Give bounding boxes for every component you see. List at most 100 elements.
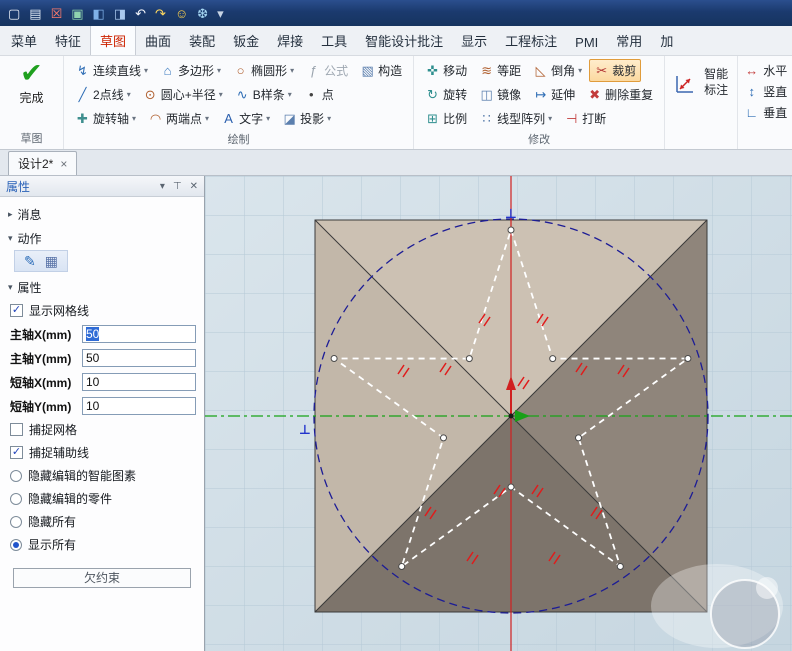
minor-axis-y-input[interactable]: 10 xyxy=(82,397,196,415)
chevron-down-icon[interactable]: ▾ xyxy=(288,90,292,99)
point-button[interactable]: • 点 xyxy=(299,83,339,106)
effects-icon[interactable]: ❆ xyxy=(197,7,208,20)
chevron-down-icon[interactable]: ▾ xyxy=(219,90,223,99)
text-button[interactable]: A 文字 ▾ xyxy=(216,107,275,130)
panel-dropdown-icon[interactable]: ▾ xyxy=(160,181,165,192)
mirror-button[interactable]: ◫ 镜像 xyxy=(474,83,526,106)
center-radius-circle-button[interactable]: ⊙ 圆心+半径 ▾ xyxy=(138,83,228,106)
menu-tab-engineering-annotation[interactable]: 工程标注 xyxy=(496,26,566,55)
section-properties[interactable]: ▾ 属性 xyxy=(0,275,204,299)
menu-tab-sketch[interactable]: 草图 xyxy=(90,26,137,55)
perpendicular-constraint-button[interactable]: ∟ 垂直 xyxy=(744,104,787,121)
trim-button[interactable]: ✂ 裁剪 xyxy=(589,59,642,82)
polyline-button[interactable]: ↯ 连续直线 ▾ xyxy=(70,59,153,82)
panel-close-icon[interactable]: ✕ xyxy=(190,181,198,192)
linear-pattern-button[interactable]: ∷ 线型阵列 ▾ xyxy=(474,107,557,130)
export-icon[interactable]: ▣ xyxy=(71,7,83,20)
vertex-node[interactable] xyxy=(330,355,338,362)
vertex-node[interactable] xyxy=(465,355,473,363)
sketch-table-icon[interactable]: ▦ xyxy=(45,254,58,268)
under-constrained-button[interactable]: 欠约束 xyxy=(13,568,191,588)
tab-close-icon[interactable]: × xyxy=(60,157,67,171)
major-axis-x-input[interactable]: 50 xyxy=(82,325,196,343)
polygon-button[interactable]: ⌂ 多边形 ▾ xyxy=(155,59,226,82)
new-file-icon[interactable]: ▢ xyxy=(8,7,20,20)
show-all-radio[interactable]: 显示所有 xyxy=(0,533,204,556)
save-copy-icon[interactable]: ◨ xyxy=(114,7,126,20)
chevron-down-icon[interactable]: ▾ xyxy=(205,114,209,123)
vertex-node[interactable] xyxy=(507,483,515,491)
minor-axis-x-input[interactable]: 10 xyxy=(82,373,196,391)
chevron-down-icon[interactable]: ▾ xyxy=(290,66,294,75)
undo-icon[interactable]: ↶ xyxy=(135,7,146,20)
origin-point[interactable] xyxy=(508,413,514,419)
vertex-node[interactable] xyxy=(440,434,447,442)
chevron-down-icon[interactable]: ▾ xyxy=(144,66,148,75)
ellipse-button[interactable]: ○ 椭圆形 ▾ xyxy=(228,59,299,82)
offset-button[interactable]: ≋ 等距 xyxy=(474,59,526,82)
menu-tab-menu[interactable]: 菜单 xyxy=(2,26,46,55)
scale-button[interactable]: ⊞ 比例 xyxy=(420,107,472,130)
render-icon[interactable]: ☺ xyxy=(175,7,188,20)
menu-tab-surface[interactable]: 曲面 xyxy=(136,26,180,55)
chevron-down-icon[interactable]: ▾ xyxy=(127,90,131,99)
two-point-line-button[interactable]: ╱ 2点线 ▾ xyxy=(70,83,136,106)
section-action[interactable]: ▾ 动作 xyxy=(0,226,204,250)
rotate-button[interactable]: ↻ 旋转 xyxy=(420,83,472,106)
vertex-node[interactable] xyxy=(549,355,557,363)
menu-tab-smart-design-annotation[interactable]: 智能设计批注 xyxy=(356,26,452,55)
vertex-node[interactable] xyxy=(684,355,692,362)
rotation-axis-button[interactable]: ✚ 旋转轴 ▾ xyxy=(70,107,141,130)
move-button[interactable]: ✜ 移动 xyxy=(420,59,472,82)
chamfer-button[interactable]: ◺ 倒角 ▾ xyxy=(528,59,587,82)
edit-sketch-icon[interactable]: ✎ xyxy=(24,254,36,268)
document-tab-design2[interactable]: 设计2* × xyxy=(8,151,78,175)
b-spline-button[interactable]: ∿ B样条 ▾ xyxy=(230,83,297,106)
chevron-down-icon[interactable]: ▾ xyxy=(266,114,270,123)
menu-tab-weld[interactable]: 焊接 xyxy=(268,26,312,55)
menu-tab-pmi[interactable]: PMI xyxy=(566,29,607,55)
close-file-icon[interactable]: ☒ xyxy=(51,7,63,20)
break-button[interactable]: ⊣ 打断 xyxy=(559,107,611,130)
menu-tab-display[interactable]: 显示 xyxy=(452,26,496,55)
ribbon-group-modify: ✜ 移动 ≋ 等距 ◺ 倒角 ▾ ✂ 裁剪 ↻ 旋转 ◫ 镜像 ↦ 延伸 ✖ 删除重复 ⊞ 比例 ∷ 线型阵列 ▾ ⊣ 打断 … xyxy=(414,56,666,149)
chevron-down-icon[interactable]: ▾ xyxy=(217,66,221,75)
menu-tab-feature[interactable]: 特征 xyxy=(46,26,90,55)
vertex-node[interactable] xyxy=(507,226,515,234)
menu-tab-assembly[interactable]: 装配 xyxy=(180,26,224,55)
menu-tab-common[interactable]: 常用 xyxy=(607,26,651,55)
menu-tab-tools[interactable]: 工具 xyxy=(312,26,356,55)
two-endpoints-button[interactable]: ◠ 两端点 ▾ xyxy=(143,107,214,130)
hide-all-radio[interactable]: 隐藏所有 xyxy=(0,510,204,533)
snap-guides-checkbox[interactable]: ✓ 捕捉辅助线 xyxy=(0,441,204,464)
major-axis-y-input[interactable]: 50 xyxy=(82,349,196,367)
project-button[interactable]: ◪ 投影 ▾ xyxy=(277,107,336,130)
extend-button[interactable]: ↦ 延伸 xyxy=(528,83,580,106)
more-icon[interactable]: ▾ xyxy=(217,7,224,20)
menu-tab-sheet-metal[interactable]: 钣金 xyxy=(224,26,268,55)
vertex-node[interactable] xyxy=(575,434,582,442)
chevron-down-icon[interactable]: ▾ xyxy=(132,114,136,123)
vertex-node[interactable] xyxy=(398,563,406,570)
panel-pin-icon[interactable]: ⊤ xyxy=(173,181,182,192)
snap-grid-checkbox[interactable]: 捕捉网格 xyxy=(0,418,204,441)
vertical-constraint-button[interactable]: ↕ 竖直 xyxy=(744,83,787,100)
sketch-canvas[interactable]: ⊥ ⊥ xyxy=(205,176,792,651)
delete-duplicates-button[interactable]: ✖ 删除重复 xyxy=(582,83,658,106)
vertex-node[interactable] xyxy=(616,563,624,570)
save-icon[interactable]: ◧ xyxy=(93,7,105,20)
chevron-down-icon[interactable]: ▾ xyxy=(327,114,331,123)
construction-button[interactable]: ▧ 构造 xyxy=(355,59,407,82)
redo-icon[interactable]: ↷ xyxy=(155,7,166,20)
show-grid-lines-checkbox[interactable]: ✓ 显示网格线 xyxy=(0,299,204,322)
open-file-icon[interactable]: ▤ xyxy=(29,7,41,20)
menu-tab-machining[interactable]: 加 xyxy=(651,26,682,55)
hide-edited-parts-radio[interactable]: 隐藏编辑的零件 xyxy=(0,487,204,510)
section-message[interactable]: ▸ 消息 xyxy=(0,202,204,226)
chevron-down-icon[interactable]: ▾ xyxy=(578,66,582,75)
chevron-down-icon[interactable]: ▾ xyxy=(548,114,552,123)
finish-sketch-button[interactable]: ✔ 完成 xyxy=(19,58,43,106)
hide-edited-smart-elements-radio[interactable]: 隐藏编辑的智能图素 xyxy=(0,464,204,487)
smart-dimension-button[interactable]: 智能标注 xyxy=(671,59,731,106)
horizontal-constraint-button[interactable]: ↔ 水平 xyxy=(744,62,787,79)
